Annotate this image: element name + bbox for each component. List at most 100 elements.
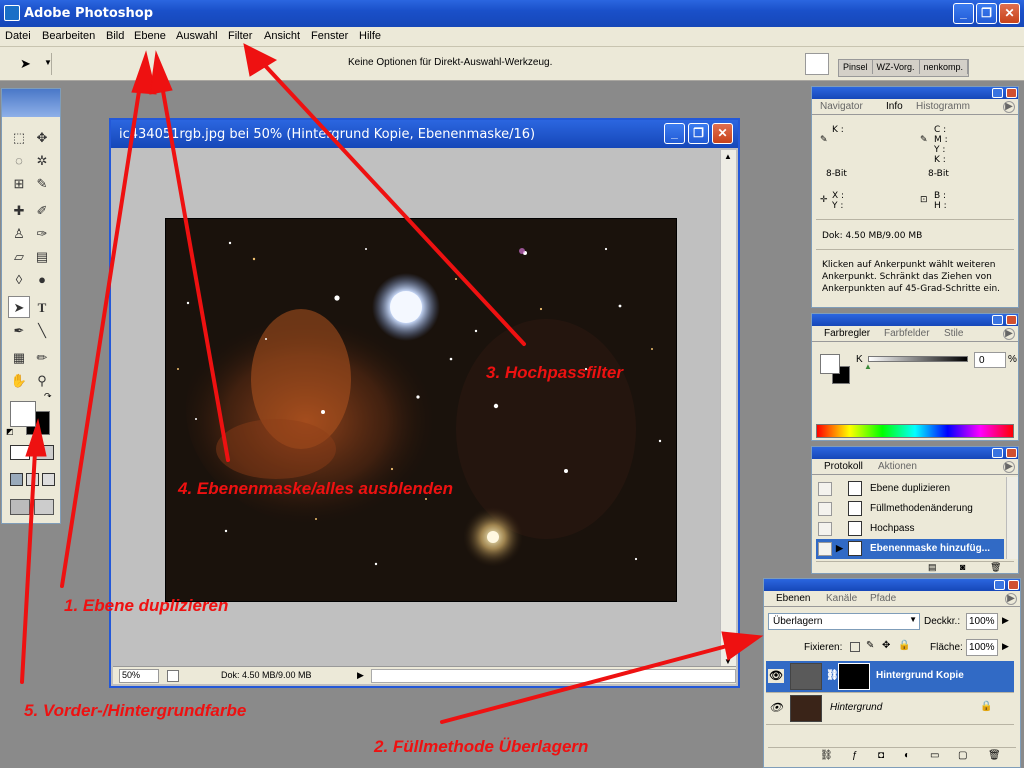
document-vertical-scrollbar[interactable]: ▲ ▼ [720, 150, 736, 668]
direct-select-tool-icon[interactable]: ➤ [8, 296, 30, 318]
panel-menu-arrow-icon[interactable]: ▶ [1005, 593, 1017, 605]
slice-tool-icon[interactable]: ✎ [31, 173, 53, 195]
panel-menu-arrow-icon[interactable]: ▶ [1003, 101, 1015, 113]
panel-minimize-icon[interactable] [994, 580, 1005, 590]
info-panel-titlebar[interactable] [812, 87, 1018, 99]
layer-style-icon[interactable]: ƒ [852, 750, 858, 761]
tab-aktionen[interactable]: Aktionen [878, 461, 917, 472]
panel-close-icon[interactable] [1006, 448, 1017, 458]
lock-image-icon[interactable]: ✎ [866, 640, 874, 651]
notes-tool-icon[interactable]: ▦ [8, 347, 30, 369]
palette-well-icon[interactable] [805, 53, 829, 75]
canvas-area[interactable] [113, 150, 720, 668]
layers-panel-titlebar[interactable] [764, 579, 1020, 591]
eye-icon[interactable]: 👁 [768, 701, 784, 715]
menu-hilfe[interactable]: Hilfe [359, 30, 381, 42]
lock-all-icon[interactable]: 🔒 [898, 640, 910, 651]
quick-mask-mode-icon[interactable] [34, 445, 54, 460]
tab-ebenen[interactable]: Ebenen [772, 593, 815, 604]
color-panel-titlebar[interactable] [812, 314, 1018, 326]
lasso-tool-icon[interactable]: ◌ [8, 150, 30, 172]
nebula-image[interactable] [165, 218, 677, 602]
tab-histogramm[interactable]: Histogramm [916, 101, 970, 112]
panel-close-icon[interactable] [1008, 580, 1019, 590]
gradient-tool-icon[interactable]: ▤ [31, 246, 53, 268]
history-scrollbar[interactable] [1006, 477, 1018, 559]
k-slider-handle-icon[interactable]: ▲ [864, 362, 872, 371]
default-colors-icon[interactable]: ◩ [6, 427, 14, 436]
full-screen-icon[interactable] [42, 473, 55, 486]
opacity-input[interactable]: 100% [966, 613, 998, 630]
palette-well-tab-ebenenkomp[interactable]: nenkomp. [920, 60, 969, 74]
history-brush-source-checkbox[interactable] [818, 482, 832, 496]
new-group-icon[interactable]: ▭ [930, 750, 939, 761]
document-titlebar[interactable]: ic434051rgb.jpg bei 50% (Hintergrund Kop… [111, 120, 738, 148]
history-item[interactable]: Füllmethodenänderung [816, 499, 1016, 519]
history-item[interactable]: Ebene duplizieren [816, 479, 1016, 499]
new-snapshot-icon[interactable]: ◙ [960, 562, 965, 572]
color-fg-swatch[interactable] [820, 354, 840, 374]
fill-input[interactable]: 100% [966, 639, 998, 656]
scroll-down-icon[interactable]: ▼ [724, 657, 732, 666]
zoom-field[interactable]: 50% [119, 669, 159, 683]
doc-close-button[interactable]: ✕ [712, 123, 733, 144]
layer-row-hintergrund-kopie[interactable]: 👁 ⛓ Hintergrund Kopie [766, 661, 1014, 693]
healing-brush-tool-icon[interactable]: ✚ [8, 200, 30, 222]
menu-bearbeiten[interactable]: Bearbeiten [42, 30, 95, 42]
status-preview-icon[interactable] [167, 670, 179, 682]
link-layers-icon[interactable]: ⛓ [820, 750, 833, 761]
history-brush-source-checkbox[interactable] [818, 542, 832, 556]
menu-bild[interactable]: Bild [106, 30, 124, 42]
crop-tool-icon[interactable]: ⊞ [8, 173, 30, 195]
move-tool-icon[interactable]: ✥ [31, 127, 53, 149]
minimize-button[interactable]: _ [953, 3, 974, 24]
panel-menu-arrow-icon[interactable]: ▶ [1003, 461, 1015, 473]
panel-close-icon[interactable] [1006, 88, 1017, 98]
trash-icon[interactable]: 🗑 [990, 562, 1001, 573]
eyedropper-tool-icon[interactable]: ✏ [31, 347, 53, 369]
tab-info[interactable]: Info [882, 101, 907, 112]
menu-filter[interactable]: Filter [228, 30, 252, 42]
brush-tool-icon[interactable]: ✐ [31, 200, 53, 222]
panel-minimize-icon[interactable] [992, 315, 1003, 325]
tab-farbregler[interactable]: Farbregler [820, 328, 875, 339]
menu-ansicht[interactable]: Ansicht [264, 30, 300, 42]
new-layer-icon[interactable]: ▢ [958, 750, 967, 761]
opacity-arrow-icon[interactable]: ▶ [1002, 615, 1009, 626]
history-brush-tool-icon[interactable]: ✑ [31, 223, 53, 245]
history-brush-source-checkbox[interactable] [818, 502, 832, 516]
k-slider-track[interactable] [868, 356, 968, 362]
full-screen-menu-icon[interactable] [26, 473, 39, 486]
delete-layer-icon[interactable]: 🗑 [988, 750, 1001, 761]
palette-well-tab-pinsel[interactable]: Pinsel [839, 60, 873, 74]
history-brush-source-checkbox[interactable] [818, 522, 832, 536]
layer-mask-thumbnail[interactable] [838, 663, 870, 690]
menu-ebene[interactable]: Ebene [134, 30, 166, 42]
hand-tool-icon[interactable]: ✋ [8, 370, 30, 392]
menu-datei[interactable]: Datei [5, 30, 31, 42]
blur-tool-icon[interactable]: ◊ [8, 269, 30, 291]
menu-fenster[interactable]: Fenster [311, 30, 348, 42]
tab-stile[interactable]: Stile [944, 328, 963, 339]
tab-navigator[interactable]: Navigator [820, 101, 863, 112]
tab-farbfelder[interactable]: Farbfelder [884, 328, 930, 339]
type-tool-icon[interactable]: T [31, 297, 53, 319]
blend-mode-select[interactable]: Überlagern ▼ [768, 613, 920, 630]
maximize-button[interactable]: ❐ [976, 3, 997, 24]
close-button[interactable]: ✕ [999, 3, 1020, 24]
history-panel-titlebar[interactable] [812, 447, 1018, 459]
color-spectrum-bar[interactable] [816, 424, 1014, 438]
history-item-selected[interactable]: ▶ Ebenenmaske hinzufüg... [816, 539, 1004, 559]
line-tool-icon[interactable]: ╲ [31, 320, 53, 342]
lock-transparency-icon[interactable] [850, 642, 860, 652]
browser-icon[interactable] [10, 499, 30, 515]
status-menu-arrow-icon[interactable]: ▶ [357, 670, 364, 681]
doc-maximize-button[interactable]: ❐ [688, 123, 709, 144]
pen-tool-icon[interactable]: ✒ [8, 320, 30, 342]
panel-close-icon[interactable] [1006, 315, 1017, 325]
zoom-tool-icon[interactable]: ⚲ [31, 370, 53, 392]
tab-kanaele[interactable]: Kanäle [826, 593, 857, 604]
tab-protokoll[interactable]: Protokoll [820, 461, 867, 472]
eraser-tool-icon[interactable]: ▱ [8, 246, 30, 268]
new-document-from-state-icon[interactable]: ▤ [928, 562, 937, 573]
